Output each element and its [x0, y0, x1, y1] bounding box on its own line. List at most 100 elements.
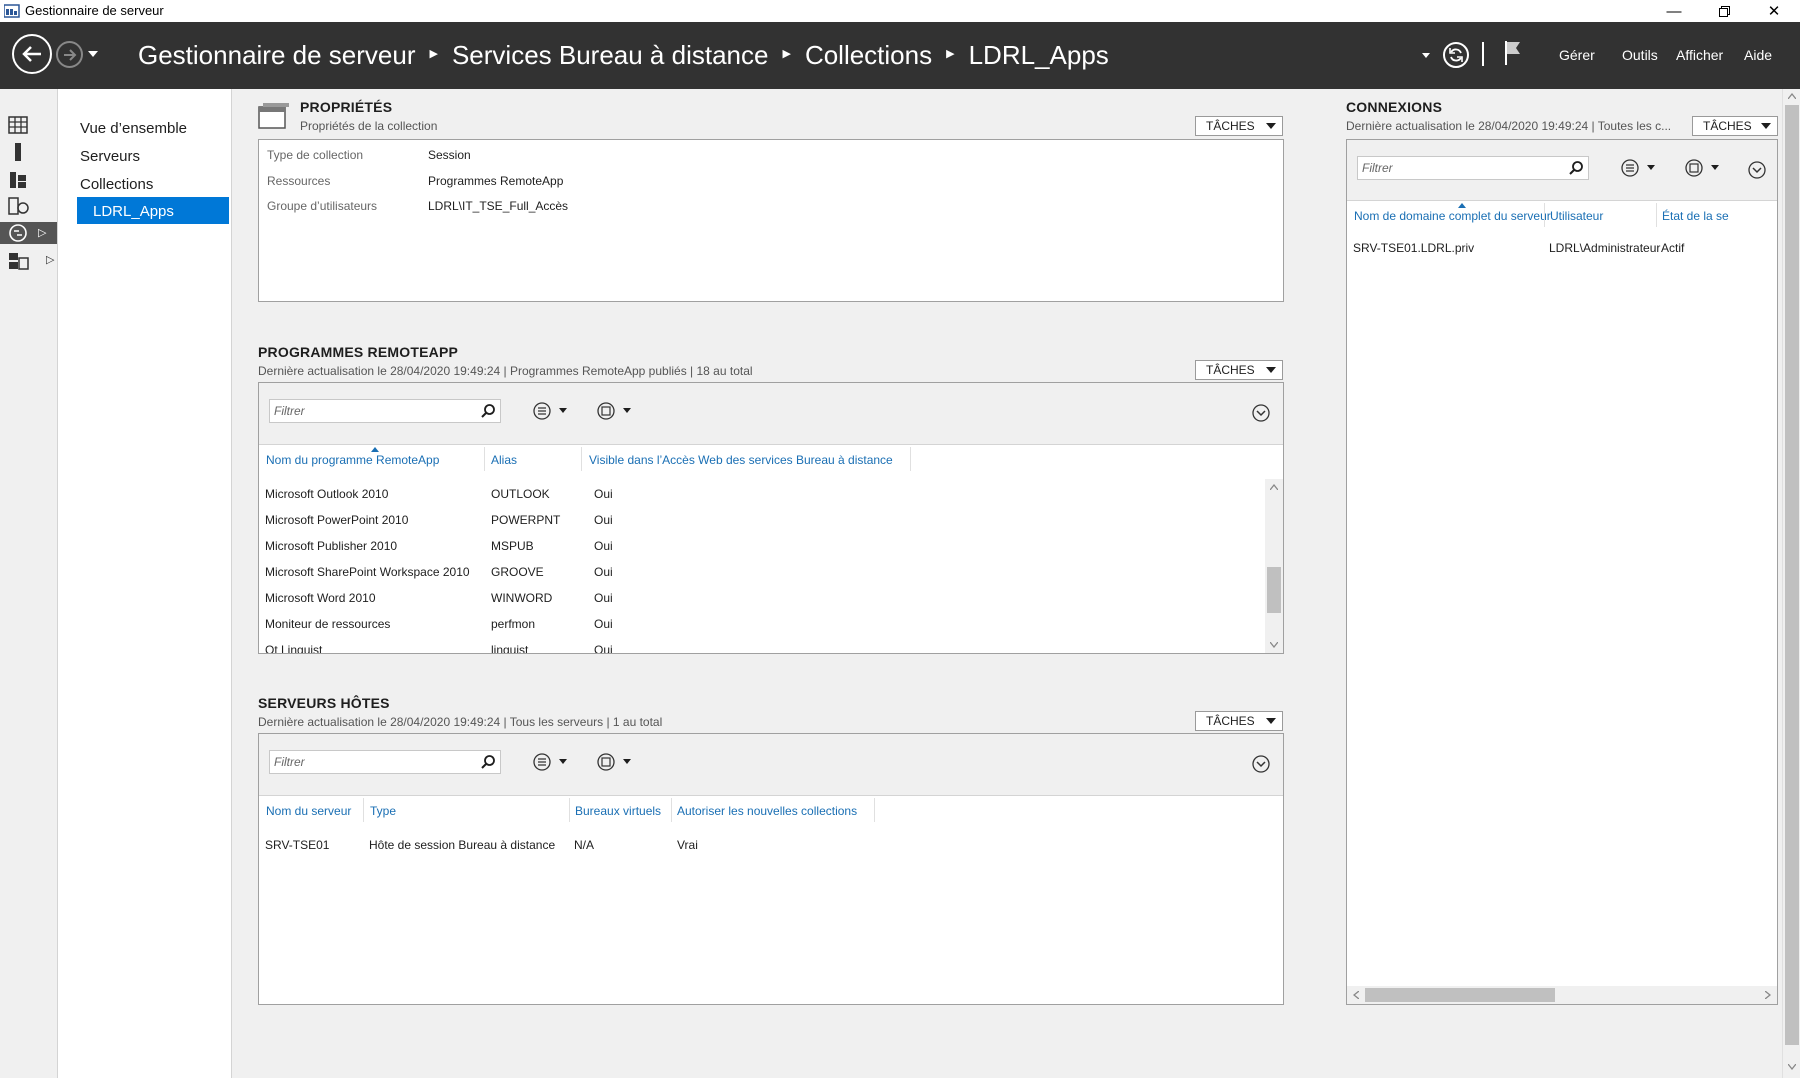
- connections-subtitle: Dernière actualisation le 28/04/2020 19:…: [1346, 119, 1672, 133]
- remoteapp-filter-input[interactable]: Filtrer: [269, 399, 501, 423]
- expand-collapse-icon[interactable]: [1747, 160, 1767, 180]
- scrollbar-thumb[interactable]: [1365, 988, 1555, 1002]
- scrollbar-thumb[interactable]: [1785, 105, 1799, 1045]
- query-options-button[interactable]: [532, 401, 572, 421]
- save-query-button[interactable]: [596, 401, 636, 421]
- session-state: Actif: [1661, 241, 1685, 255]
- hosts-tasks-button[interactable]: TÂCHES: [1195, 711, 1283, 731]
- column-header[interactable]: Type: [370, 804, 396, 818]
- scroll-left-icon[interactable]: [1353, 991, 1359, 999]
- expand-collapse-icon[interactable]: [1251, 403, 1271, 423]
- column-header[interactable]: Utilisateur: [1550, 209, 1603, 223]
- column-header[interactable]: Bureaux virtuels: [575, 804, 661, 818]
- column-header[interactable]: Alias: [491, 453, 517, 467]
- program-alias: GROOVE: [491, 565, 544, 579]
- refresh-dropdown-icon[interactable]: [1422, 53, 1430, 58]
- file-storage-nav[interactable]: [8, 195, 56, 217]
- save-query-button[interactable]: [596, 752, 636, 772]
- iis-nav[interactable]: ▷: [8, 249, 56, 271]
- minimize-button[interactable]: —: [1651, 0, 1697, 22]
- list-options-icon: [533, 402, 567, 420]
- tasks-label: TÂCHES: [1206, 714, 1255, 728]
- dashboard-nav[interactable]: [8, 114, 56, 136]
- scrollbar-thumb[interactable]: [1267, 567, 1281, 613]
- column-divider[interactable]: [581, 447, 582, 471]
- column-divider[interactable]: [569, 798, 570, 822]
- nav-overview[interactable]: Vue d’ensemble: [80, 120, 187, 137]
- menu-help[interactable]: Aide: [1744, 47, 1772, 63]
- nav-collections[interactable]: Collections: [80, 176, 153, 193]
- connections-tasks-button[interactable]: TÂCHES: [1692, 116, 1778, 136]
- local-server-nav[interactable]: [8, 141, 56, 163]
- column-divider[interactable]: [910, 447, 911, 471]
- scroll-right-icon[interactable]: [1765, 991, 1771, 999]
- column-divider[interactable]: [363, 798, 364, 822]
- all-servers-nav[interactable]: [8, 168, 56, 190]
- caret-down-icon: [1266, 123, 1276, 129]
- history-dropdown-icon[interactable]: [88, 51, 98, 57]
- properties-tasks-button[interactable]: TÂCHES: [1195, 116, 1283, 136]
- rds-nav[interactable]: ▷: [0, 222, 57, 244]
- restore-button[interactable]: [1701, 0, 1747, 22]
- column-divider[interactable]: [484, 447, 485, 471]
- scroll-up-icon[interactable]: [1270, 484, 1278, 490]
- left-icon-bar: ▷ ▷: [0, 89, 58, 1078]
- column-header[interactable]: Nom du serveur: [266, 804, 351, 818]
- column-header[interactable]: Nom du programme RemoteApp: [266, 453, 439, 467]
- nav-servers[interactable]: Serveurs: [80, 148, 140, 165]
- scroll-down-icon[interactable]: [1788, 1064, 1796, 1070]
- save-query-icon: [1685, 159, 1719, 177]
- notifications-flag-icon[interactable]: [1503, 39, 1523, 67]
- header-divider: [1482, 42, 1484, 66]
- menu-tools[interactable]: Outils: [1622, 47, 1658, 63]
- menu-manage[interactable]: Gérer: [1559, 47, 1595, 63]
- connections-filter-input[interactable]: Filtrer: [1357, 156, 1589, 180]
- save-query-button[interactable]: [1684, 158, 1724, 178]
- column-divider[interactable]: [1544, 203, 1545, 227]
- vertical-scrollbar[interactable]: [1265, 479, 1283, 653]
- breadcrumb-current: LDRL_Apps: [968, 40, 1109, 70]
- property-label: Groupe d’utilisateurs: [267, 199, 378, 213]
- horizontal-scrollbar[interactable]: [1347, 986, 1777, 1004]
- breadcrumb-server-manager[interactable]: Gestionnaire de serveur: [138, 40, 415, 71]
- expand-arrow-icon[interactable]: ▷: [38, 226, 46, 239]
- column-divider[interactable]: [1656, 203, 1657, 227]
- program-visible: Oui: [594, 565, 613, 579]
- server-icon: [15, 143, 21, 161]
- virtual-desktops: N/A: [574, 838, 595, 852]
- expand-collapse-icon[interactable]: [1251, 754, 1271, 774]
- tasks-label: TÂCHES: [1206, 119, 1255, 133]
- column-divider[interactable]: [874, 798, 875, 822]
- column-header[interactable]: Visible dans l’Accès Web des services Bu…: [589, 453, 893, 467]
- program-visible: Oui: [594, 513, 613, 527]
- column-divider[interactable]: [671, 798, 672, 822]
- remoteapp-tasks-button[interactable]: TÂCHES: [1195, 360, 1283, 380]
- hosts-panel: Filtrer Nom du serveur Type Bureaux virt…: [258, 733, 1284, 1005]
- page-vertical-scrollbar[interactable]: [1782, 89, 1800, 1078]
- program-visible: Oui: [594, 591, 613, 605]
- breadcrumb-separator-icon: ▶: [946, 48, 955, 60]
- hosts-filter-input[interactable]: Filtrer: [269, 750, 501, 774]
- forward-button[interactable]: [56, 41, 83, 68]
- property-value: LDRL\IT_TSE_Full_Accès: [428, 199, 569, 213]
- query-options-button[interactable]: [1620, 158, 1660, 178]
- query-options-button[interactable]: [532, 752, 572, 772]
- nav-collection-ldrl-apps[interactable]: LDRL_Apps: [77, 197, 229, 224]
- arrow-right-icon: [63, 48, 76, 61]
- tasks-label: TÂCHES: [1206, 363, 1255, 377]
- expand-arrow-icon[interactable]: ▷: [46, 253, 54, 266]
- scroll-up-icon[interactable]: [1788, 93, 1796, 99]
- breadcrumb-separator-icon: ▶: [429, 48, 438, 60]
- refresh-button[interactable]: [1443, 42, 1469, 68]
- column-header[interactable]: État de la se: [1662, 209, 1729, 223]
- column-header[interactable]: Nom de domaine complet du serveur: [1354, 209, 1551, 223]
- menu-view[interactable]: Afficher: [1676, 47, 1723, 63]
- back-button[interactable]: [12, 34, 52, 74]
- connections-panel: Filtrer Nom de domaine complet du serveu…: [1346, 139, 1778, 1005]
- breadcrumb-collections[interactable]: Collections: [805, 40, 932, 71]
- close-button[interactable]: ✕: [1751, 0, 1797, 22]
- hosts-toolbar: Filtrer: [259, 734, 1283, 796]
- scroll-down-icon[interactable]: [1270, 642, 1278, 648]
- column-header[interactable]: Autoriser les nouvelles collections: [677, 804, 857, 818]
- breadcrumb-rds[interactable]: Services Bureau à distance: [452, 40, 769, 71]
